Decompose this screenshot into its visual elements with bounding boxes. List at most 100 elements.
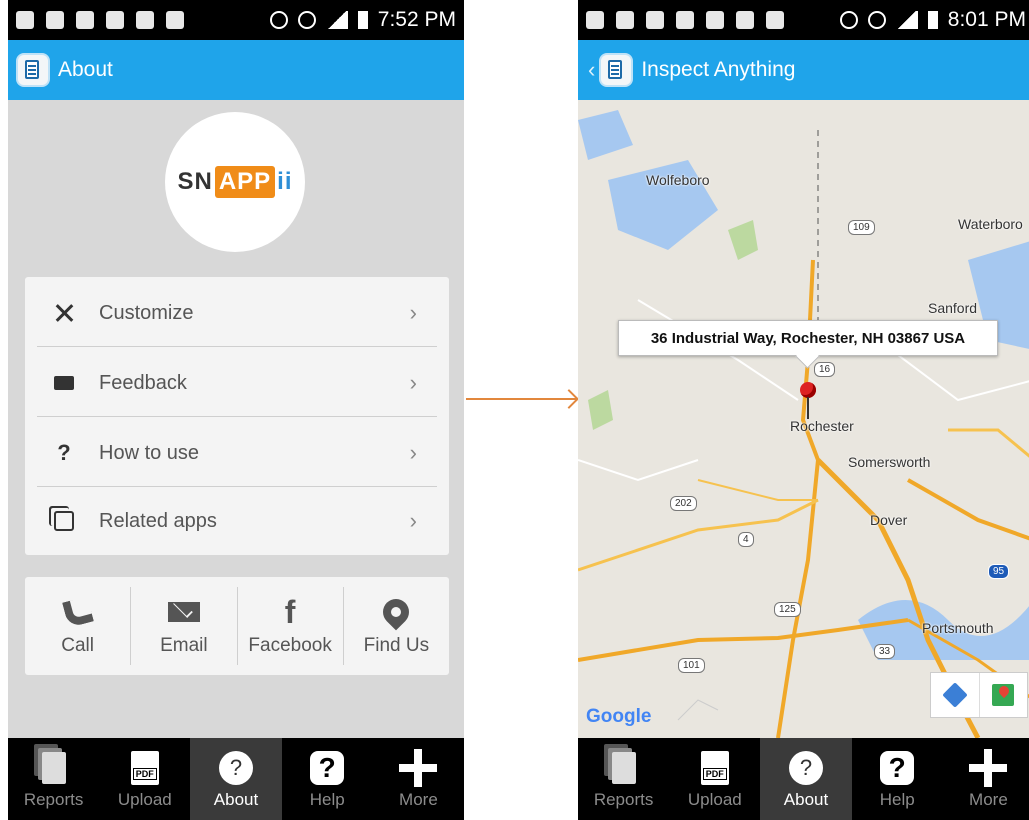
nav-about[interactable]: ? About: [190, 738, 282, 820]
nav-label: About: [783, 790, 829, 809]
route-shield: 202: [670, 496, 697, 511]
directions-button[interactable]: [931, 673, 980, 717]
usb-icon: [46, 11, 64, 29]
route-shield: 16: [814, 362, 836, 377]
video-icon: [766, 11, 784, 29]
contact-label: Call: [61, 635, 94, 656]
nav-more[interactable]: More: [943, 738, 1029, 820]
nav-upload[interactable]: Upload: [669, 738, 760, 820]
interstate-shield: 95: [988, 564, 1010, 579]
chevron-right-icon: ›: [409, 440, 417, 465]
status-bar: 8:01 PM: [578, 0, 1029, 40]
pdf-upload-icon: [700, 748, 729, 788]
bottom-nav: Reports Upload ? About ? Help More: [8, 738, 464, 820]
battery-icon: [357, 11, 368, 29]
address-info-window[interactable]: 36 Industrial Way, Rochester, NH 03867 U…: [618, 320, 998, 356]
nav-label: Reports: [23, 790, 84, 809]
nav-reports[interactable]: Reports: [8, 738, 99, 820]
status-bar: 7:52 PM: [8, 0, 464, 40]
status-right: 7:52 PM: [269, 8, 456, 32]
nav-label: About: [213, 790, 259, 809]
about-icon: ?: [219, 748, 253, 788]
place-label: Rochester: [790, 418, 854, 434]
nav-label: Help: [309, 790, 345, 809]
chevron-right-icon: ›: [409, 508, 417, 533]
app-bar: About: [8, 40, 464, 100]
place-label: Wolfeboro: [646, 172, 710, 188]
contact-label: Find Us: [363, 635, 430, 656]
back-chevron-icon[interactable]: ‹: [588, 57, 595, 83]
nav-label: More: [399, 790, 438, 809]
chevron-right-icon: ›: [409, 370, 417, 395]
question-icon: ?: [57, 440, 71, 465]
app-logo-icon[interactable]: [601, 55, 632, 85]
logo-text-ii: ii: [277, 168, 293, 195]
facebook-button[interactable]: f Facebook: [238, 587, 344, 665]
menu-item-feedback[interactable]: Feedback ›: [37, 350, 437, 417]
contact-label: Facebook: [248, 635, 332, 656]
map-pin-icon[interactable]: [800, 382, 816, 398]
directions-icon: [942, 682, 968, 708]
nav-help[interactable]: ? Help: [282, 738, 373, 820]
nav-label: Upload: [687, 790, 742, 809]
google-maps-icon: [992, 684, 1015, 706]
usb-icon: [616, 11, 634, 29]
find-us-button[interactable]: Find Us: [344, 587, 449, 665]
menu-item-customize[interactable]: Customize ›: [37, 280, 437, 347]
signal-icon: [325, 11, 348, 29]
contact-bar: Call Email f Facebook Find Us: [25, 577, 449, 675]
route-shield: 101: [678, 658, 705, 673]
page-title: About: [58, 58, 113, 81]
plus-icon: [399, 748, 438, 788]
video-icon: [166, 11, 184, 29]
call-button[interactable]: Call: [25, 587, 132, 665]
route-shield: 33: [874, 644, 896, 659]
location-pin-icon: [377, 593, 415, 631]
reports-icon: [611, 748, 636, 788]
place-label: Waterboro: [958, 216, 1023, 232]
place-label: Somersworth: [848, 454, 931, 470]
menu-label: Feedback: [99, 371, 187, 394]
about-menu: Customize › Feedback › ? How to use › Re…: [25, 277, 449, 555]
map-view[interactable]: Wolfeboro Waterboro Sanford Rochester So…: [578, 100, 1029, 738]
status-icons: [16, 11, 184, 29]
help-icon: ?: [310, 748, 345, 788]
voicemail-icon: [736, 11, 754, 29]
snappii-logo: SN APP ii: [165, 112, 305, 252]
tools-icon: [53, 302, 75, 324]
status-right: 8:01 PM: [839, 8, 1026, 32]
cloud-icon: [676, 11, 694, 29]
map-pin-stick: [807, 397, 809, 419]
nav-reports[interactable]: Reports: [578, 738, 669, 820]
chevron-right-icon: ›: [409, 300, 417, 325]
nav-help[interactable]: ? Help: [852, 738, 943, 820]
google-text: Google: [586, 706, 652, 727]
route-shield: 4: [738, 532, 754, 547]
notification-icon: [586, 11, 604, 29]
battery-saver-icon: [76, 11, 94, 29]
bluetooth-icon: [839, 11, 858, 29]
map-screen: 8:01 PM ‹ Inspect Anything Wolfeboro Wat…: [578, 0, 1029, 820]
battery-icon: [927, 11, 938, 29]
help-icon: ?: [880, 748, 915, 788]
pdf-upload-icon: [130, 748, 159, 788]
signal-icon: [895, 11, 918, 29]
app-logo-icon[interactable]: [18, 55, 48, 85]
gallery-icon: [706, 11, 724, 29]
nav-upload[interactable]: Upload: [99, 738, 190, 820]
place-label: Portsmouth: [922, 620, 994, 636]
place-label: Dover: [870, 512, 908, 528]
alarm-icon: [297, 11, 316, 29]
gallery-icon: [106, 11, 124, 29]
facebook-icon: f: [284, 593, 296, 630]
bottom-nav: Reports Upload ? About ? Help More: [578, 738, 1029, 820]
menu-item-related-apps[interactable]: Related apps ›: [37, 488, 437, 554]
nav-more[interactable]: More: [373, 738, 464, 820]
menu-item-how-to-use[interactable]: ? How to use ›: [37, 420, 437, 487]
open-google-maps-button[interactable]: [980, 673, 1028, 717]
email-button[interactable]: Email: [131, 587, 238, 665]
app-bar: ‹ Inspect Anything: [578, 40, 1029, 100]
flow-arrow: [466, 398, 576, 400]
reports-icon: [41, 748, 66, 788]
nav-about[interactable]: ? About: [760, 738, 852, 820]
